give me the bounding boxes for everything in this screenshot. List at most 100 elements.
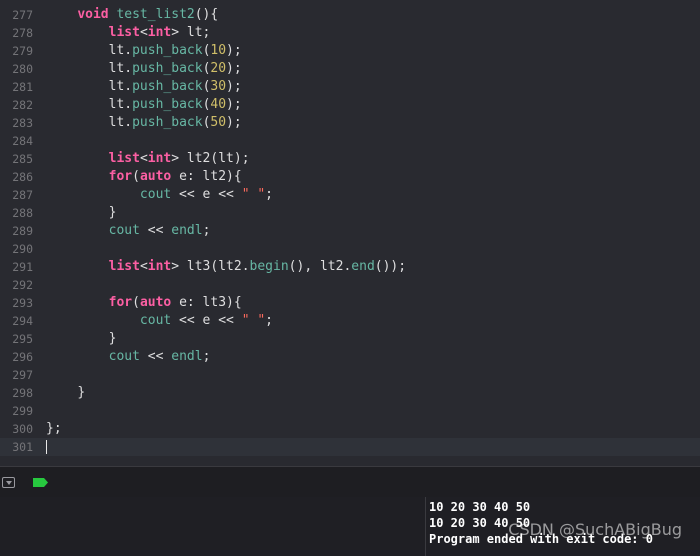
line-number: 294: [12, 314, 33, 328]
code-token: endl: [171, 349, 203, 364]
line-number: 297: [12, 368, 33, 382]
code-token: cout: [139, 313, 172, 328]
code-token: <: [139, 151, 148, 166]
code-text: lt.push_back(10);: [46, 42, 242, 60]
code-line[interactable]: 295 }: [0, 330, 700, 348]
code-token: ;: [202, 349, 211, 364]
code-token: };: [46, 421, 62, 436]
code-text: }: [46, 384, 85, 402]
code-line[interactable]: 282 lt.push_back(40);: [0, 96, 700, 114]
code-text: [46, 438, 47, 456]
code-text: lt.push_back(50);: [46, 114, 242, 132]
line-number: 287: [12, 188, 33, 202]
line-number: 277: [12, 8, 33, 22]
code-line[interactable]: 291 list<int> lt3(lt2.begin(), lt2.end()…: [0, 258, 700, 276]
code-token: 10: [210, 43, 227, 58]
code-token: " ": [241, 187, 266, 202]
code-text: lt.push_back(20);: [46, 60, 242, 78]
code-token: cout: [108, 349, 140, 364]
code-line[interactable]: 287 cout << e << " ";: [0, 186, 700, 204]
code-token: push_back: [132, 61, 203, 76]
code-line[interactable]: 299: [0, 402, 700, 420]
code-token: list: [108, 259, 140, 274]
breakpoints-active-icon[interactable]: [33, 478, 48, 487]
code-token: auto: [139, 169, 172, 184]
code-token: list: [108, 151, 140, 166]
code-line[interactable]: 281 lt.push_back(30);: [0, 78, 700, 96]
code-line[interactable]: 294 cout << e << " ";: [0, 312, 700, 330]
code-line[interactable]: 301: [0, 438, 700, 456]
code-line[interactable]: 298 }: [0, 384, 700, 402]
code-line[interactable]: 292: [0, 276, 700, 294]
code-text: cout << e << " ";: [46, 312, 273, 330]
code-line[interactable]: 289 cout << endl;: [0, 222, 700, 240]
code-token: test_list2: [116, 7, 195, 22]
code-token: 40: [210, 97, 227, 112]
code-token: cout: [108, 223, 140, 238]
code-token: end: [351, 259, 375, 274]
code-line[interactable]: 284: [0, 132, 700, 150]
hide-debug-area-icon: [5, 480, 12, 485]
code-token: );: [226, 97, 242, 112]
code-text: void test_list2(){: [46, 6, 218, 24]
code-line[interactable]: 288 }: [0, 204, 700, 222]
code-token: push_back: [132, 43, 203, 58]
code-editor[interactable]: 277 void test_list2(){278 list<int> lt; 2…: [0, 0, 700, 466]
code-text: list<int> lt2(lt);: [46, 150, 250, 168]
code-token: push_back: [132, 79, 203, 94]
code-line[interactable]: 300};: [0, 420, 700, 438]
code-token: int: [147, 151, 172, 166]
code-line[interactable]: 293 for(auto e: lt3){: [0, 294, 700, 312]
console-output[interactable]: 10 20 30 40 50 10 20 30 40 50 Program en…: [427, 497, 700, 556]
code-token: lt.: [108, 43, 133, 58]
code-line[interactable]: 297: [0, 366, 700, 384]
line-number: 280: [12, 62, 33, 76]
code-line[interactable]: 277 void test_list2(){: [0, 6, 700, 24]
line-number: 293: [12, 296, 33, 310]
code-token: push_back: [132, 97, 203, 112]
code-token: endl: [171, 223, 203, 238]
code-token: lt.: [108, 115, 133, 130]
code-line[interactable]: 296 cout << endl;: [0, 348, 700, 366]
line-number: 296: [12, 350, 33, 364]
line-number: 285: [12, 152, 33, 166]
code-token: lt.: [108, 61, 133, 76]
variables-view[interactable]: [0, 497, 426, 556]
line-number: 292: [12, 278, 33, 292]
code-line[interactable]: 278 list<int> lt;: [0, 24, 700, 42]
code-token: e: lt2){: [171, 169, 242, 184]
code-token: (), lt2.: [288, 259, 352, 274]
code-token: > lt3(lt2.: [171, 259, 250, 274]
debug-area: 10 20 30 40 50 10 20 30 40 50 Program en…: [0, 497, 700, 556]
code-line[interactable]: 280 lt.push_back(20);: [0, 60, 700, 78]
code-token: 20: [210, 61, 227, 76]
console-line: 10 20 30 40 50: [429, 500, 531, 514]
code-token: e: lt3){: [171, 295, 242, 310]
code-line[interactable]: 279 lt.push_back(10);: [0, 42, 700, 60]
code-line[interactable]: 286 for(auto e: lt2){: [0, 168, 700, 186]
code-token: push_back: [132, 115, 203, 130]
code-text: lt.push_back(30);: [46, 78, 242, 96]
code-line[interactable]: 283 lt.push_back(50);: [0, 114, 700, 132]
code-token: }: [108, 331, 117, 346]
line-number: 278: [12, 26, 33, 40]
code-text: cout << endl;: [46, 348, 211, 366]
hide-debug-area-button[interactable]: [2, 477, 15, 488]
code-token: ;: [265, 313, 273, 328]
code-line[interactable]: 285 list<int> lt2(lt);: [0, 150, 700, 168]
code-token: <: [139, 25, 148, 40]
code-token: void: [77, 7, 117, 22]
code-token: > lt;: [171, 25, 211, 40]
code-line[interactable]: 290: [0, 240, 700, 258]
code-token: cout: [139, 187, 172, 202]
code-token: <<: [139, 349, 172, 364]
